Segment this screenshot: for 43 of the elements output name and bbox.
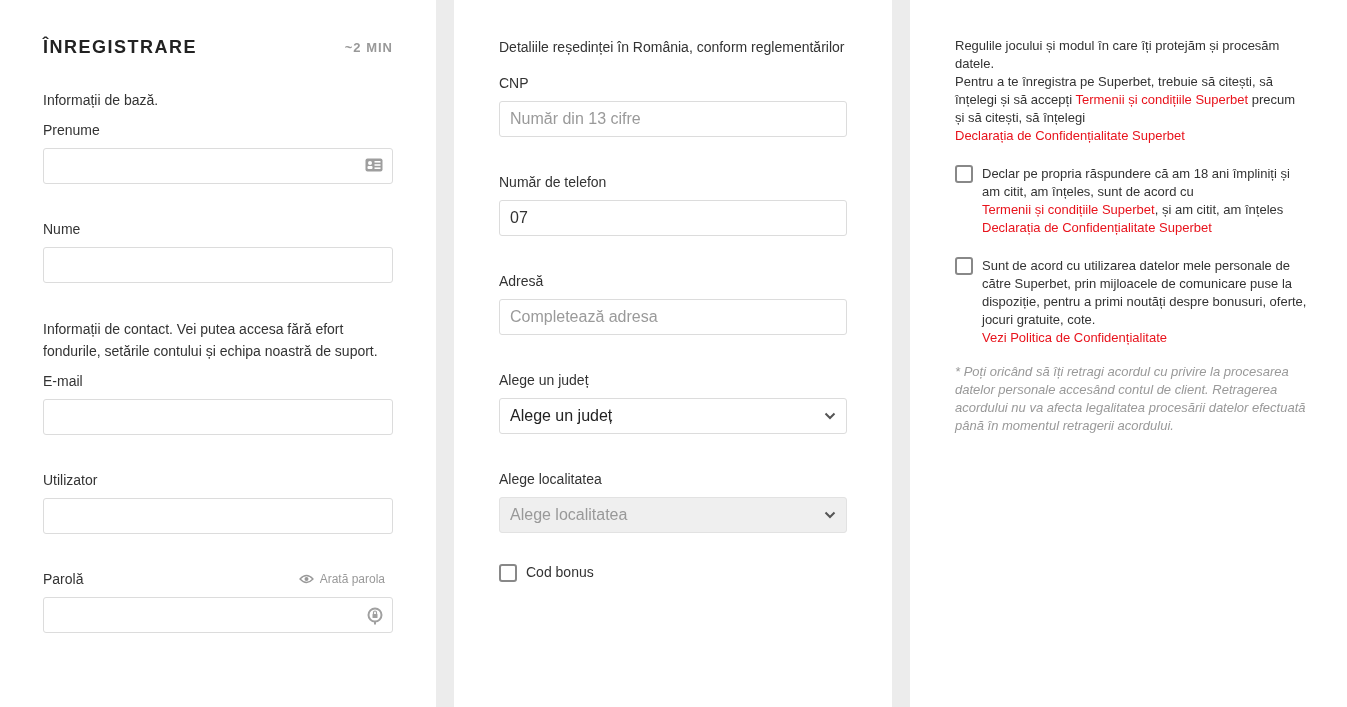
field-label: E-mail — [43, 372, 84, 391]
consent-text: Sunt de acord cu utilizarea datelor mele personale de către Superbet, prin mijloacele de comunicare puse la dispoziție, pentru a primi noutăți despre bonusuri, oferte, jocuri gratuite, cote. — [982, 257, 1307, 329]
policy-link[interactable]: Termenii și condițiile Superbet — [982, 202, 1155, 217]
section-description: Informații de bază. — [43, 91, 160, 110]
input-field[interactable]: Număr din 13 cifre — [499, 101, 847, 137]
terms-paragraph: Pentru a te înregistra pe Superbet, trebuie să citești, să înțelegi și să accepți Termenii și condițiile Superbet precum și să citești, să înțelegi — [955, 73, 1297, 127]
chevron-down-icon — [824, 412, 836, 420]
policy-link[interactable]: Termenii și condițiile Superbet — [1075, 92, 1249, 107]
policy-link[interactable]: Declarația de Confidențialitate Superbet — [955, 128, 1185, 143]
field-label: Alege un județ — [499, 371, 590, 390]
withdrawal-note: * Poți oricând să îți retragi acordul cu privire la procesarea datelor personale accesând contul de client. Retragerea acordului nu va afecta legalitatea procesării datelor efectuată până în momentul retragerii acordului. — [955, 363, 1307, 435]
bonus-code-checkbox[interactable]: Cod bonus — [499, 562, 594, 583]
section-description: Detaliile reședinței în România, conform reglementărilor — [499, 38, 846, 57]
field-label: Număr de telefon — [499, 173, 608, 192]
consent-text: Declar pe propria răspundere că am 18 ani împliniți și am citit, am înțeles, sunt de acord cu Termenii și condițiile Superbet, și am citit, am înțeles Declarația de Confidențialitate Superbet — [982, 165, 1291, 237]
input-field[interactable] — [43, 597, 393, 633]
field-label: Utilizator — [43, 471, 99, 490]
input-field[interactable] — [43, 247, 393, 283]
input-field[interactable]: 07 — [499, 200, 847, 236]
terms-paragraph: Regulile jocului și modul în care îți protejăm și procesăm datele. — [955, 37, 1281, 73]
field-label: Parolă — [43, 570, 84, 589]
section-description: Informații de contact. Vei putea accesa fără efort fondurile, setările contului și echipa noastră de suport. — [43, 320, 379, 361]
eye-icon — [298, 574, 314, 584]
field-label: Prenume — [43, 121, 101, 140]
checkbox[interactable] — [955, 257, 973, 275]
input-field[interactable] — [43, 399, 393, 435]
chevron-down-icon — [824, 511, 836, 519]
policy-link[interactable]: Declarația de Confidențialitate Superbet — [982, 220, 1212, 235]
checkbox[interactable] — [955, 165, 973, 183]
duration-label: ~2 MIN — [344, 38, 393, 57]
checkbox[interactable] — [499, 563, 517, 582]
input-field[interactable]: Completează adresa — [499, 299, 847, 335]
field-label: Alege localitatea — [499, 470, 603, 489]
dropdown-select[interactable]: Alege un județ — [499, 398, 847, 434]
input-field[interactable] — [43, 148, 393, 184]
field-label: Nume — [43, 220, 82, 239]
show-password-toggle[interactable]: Arată parola — [298, 570, 385, 588]
input-field[interactable] — [43, 498, 393, 534]
policy-link[interactable]: Vezi Politica de Confidențialitate — [982, 330, 1167, 345]
field-label: Adresă — [499, 272, 545, 291]
page-title: ÎNREGISTRARE — [43, 35, 197, 59]
field-label: CNP — [499, 74, 530, 93]
password-key-icon[interactable] — [367, 607, 383, 625]
